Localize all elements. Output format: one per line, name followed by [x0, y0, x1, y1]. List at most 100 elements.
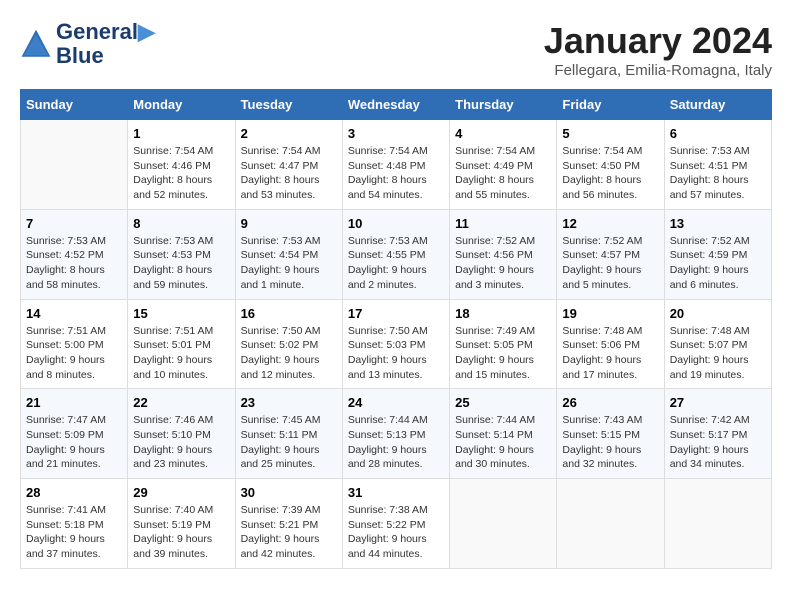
day-info: Sunrise: 7:53 AM Sunset: 4:52 PM Dayligh…	[26, 234, 122, 293]
calendar-cell: 9 Sunrise: 7:53 AM Sunset: 4:54 PM Daylig…	[235, 209, 342, 299]
calendar-header-row: SundayMondayTuesdayWednesdayThursdayFrid…	[21, 90, 772, 120]
day-info: Sunrise: 7:47 AM Sunset: 5:09 PM Dayligh…	[26, 413, 122, 472]
day-info: Sunrise: 7:48 AM Sunset: 5:06 PM Dayligh…	[562, 324, 658, 383]
calendar-cell: 8 Sunrise: 7:53 AM Sunset: 4:53 PM Daylig…	[128, 209, 235, 299]
calendar-week-5: 28Sunrise: 7:41 AM Sunset: 5:18 PM Dayli…	[21, 479, 772, 569]
day-info: Sunrise: 7:42 AM Sunset: 5:17 PM Dayligh…	[670, 413, 766, 472]
day-number: 9	[241, 216, 337, 231]
calendar-cell	[664, 479, 771, 569]
weekday-header-thursday: Thursday	[450, 90, 557, 120]
day-number: 18	[455, 306, 551, 321]
day-number: 12	[562, 216, 658, 231]
day-number: 24	[348, 395, 444, 410]
day-number: 4	[455, 126, 551, 141]
page-header: General▶ Blue January 2024 Fellegara, Em…	[20, 20, 772, 79]
calendar-cell: 6 Sunrise: 7:53 AM Sunset: 4:51 PM Daylig…	[664, 120, 771, 210]
logo-icon	[20, 28, 52, 60]
day-number: 7	[26, 216, 122, 231]
calendar-cell: 3 Sunrise: 7:54 AM Sunset: 4:48 PM Daylig…	[342, 120, 449, 210]
day-number: 16	[241, 306, 337, 321]
day-number: 1	[133, 126, 229, 141]
day-info: Sunrise: 7:54 AM Sunset: 4:46 PM Dayligh…	[133, 144, 229, 203]
day-info: Sunrise: 7:54 AM Sunset: 4:48 PM Dayligh…	[348, 144, 444, 203]
calendar-cell: 18 Sunrise: 7:49 AM Sunset: 5:05 PM Dayli…	[450, 299, 557, 389]
calendar-cell: 29Sunrise: 7:40 AM Sunset: 5:19 PM Dayli…	[128, 479, 235, 569]
day-info: Sunrise: 7:53 AM Sunset: 4:54 PM Dayligh…	[241, 234, 337, 293]
calendar-cell	[557, 479, 664, 569]
day-info: Sunrise: 7:39 AM Sunset: 5:21 PM Dayligh…	[241, 503, 337, 562]
day-info: Sunrise: 7:44 AM Sunset: 5:14 PM Dayligh…	[455, 413, 551, 472]
calendar-cell: 15Sunrise: 7:51 AM Sunset: 5:01 PM Dayli…	[128, 299, 235, 389]
day-info: Sunrise: 7:54 AM Sunset: 4:49 PM Dayligh…	[455, 144, 551, 203]
calendar-cell: 19Sunrise: 7:48 AM Sunset: 5:06 PM Dayli…	[557, 299, 664, 389]
calendar-cell: 10 Sunrise: 7:53 AM Sunset: 4:55 PM Dayli…	[342, 209, 449, 299]
day-number: 26	[562, 395, 658, 410]
day-info: Sunrise: 7:53 AM Sunset: 4:51 PM Dayligh…	[670, 144, 766, 203]
day-number: 10	[348, 216, 444, 231]
day-number: 8	[133, 216, 229, 231]
location: Fellegara, Emilia-Romagna, Italy	[544, 62, 772, 79]
calendar-table: SundayMondayTuesdayWednesdayThursdayFrid…	[20, 89, 772, 569]
day-info: Sunrise: 7:54 AM Sunset: 4:47 PM Dayligh…	[241, 144, 337, 203]
day-number: 6	[670, 126, 766, 141]
day-number: 23	[241, 395, 337, 410]
calendar-cell: 13 Sunrise: 7:52 AM Sunset: 4:59 PM Dayli…	[664, 209, 771, 299]
calendar-cell	[21, 120, 128, 210]
month-title: January 2024	[544, 20, 772, 62]
day-number: 21	[26, 395, 122, 410]
calendar-cell: 1 Sunrise: 7:54 AM Sunset: 4:46 PM Daylig…	[128, 120, 235, 210]
calendar-cell: 21 Sunrise: 7:47 AM Sunset: 5:09 PM Dayli…	[21, 389, 128, 479]
day-info: Sunrise: 7:48 AM Sunset: 5:07 PM Dayligh…	[670, 324, 766, 383]
day-number: 25	[455, 395, 551, 410]
calendar-cell: 4 Sunrise: 7:54 AM Sunset: 4:49 PM Daylig…	[450, 120, 557, 210]
calendar-cell: 25 Sunrise: 7:44 AM Sunset: 5:14 PM Dayli…	[450, 389, 557, 479]
day-info: Sunrise: 7:51 AM Sunset: 5:00 PM Dayligh…	[26, 324, 122, 383]
calendar-cell: 20 Sunrise: 7:48 AM Sunset: 5:07 PM Dayli…	[664, 299, 771, 389]
logo: General▶ Blue	[20, 20, 155, 68]
calendar-week-2: 7 Sunrise: 7:53 AM Sunset: 4:52 PM Daylig…	[21, 209, 772, 299]
calendar-cell: 27Sunrise: 7:42 AM Sunset: 5:17 PM Dayli…	[664, 389, 771, 479]
day-info: Sunrise: 7:51 AM Sunset: 5:01 PM Dayligh…	[133, 324, 229, 383]
day-number: 28	[26, 485, 122, 500]
day-number: 2	[241, 126, 337, 141]
calendar-week-1: 1 Sunrise: 7:54 AM Sunset: 4:46 PM Daylig…	[21, 120, 772, 210]
calendar-week-4: 21 Sunrise: 7:47 AM Sunset: 5:09 PM Dayli…	[21, 389, 772, 479]
weekday-header-sunday: Sunday	[21, 90, 128, 120]
logo-text: General▶ Blue	[56, 20, 155, 68]
day-info: Sunrise: 7:54 AM Sunset: 4:50 PM Dayligh…	[562, 144, 658, 203]
day-number: 30	[241, 485, 337, 500]
day-number: 31	[348, 485, 444, 500]
day-number: 29	[133, 485, 229, 500]
day-info: Sunrise: 7:53 AM Sunset: 4:53 PM Dayligh…	[133, 234, 229, 293]
day-number: 5	[562, 126, 658, 141]
calendar-cell: 24 Sunrise: 7:44 AM Sunset: 5:13 PM Dayli…	[342, 389, 449, 479]
calendar-cell: 28Sunrise: 7:41 AM Sunset: 5:18 PM Dayli…	[21, 479, 128, 569]
calendar-week-3: 14 Sunrise: 7:51 AM Sunset: 5:00 PM Dayli…	[21, 299, 772, 389]
calendar-cell: 5 Sunrise: 7:54 AM Sunset: 4:50 PM Daylig…	[557, 120, 664, 210]
weekday-header-wednesday: Wednesday	[342, 90, 449, 120]
title-block: January 2024 Fellegara, Emilia-Romagna, …	[544, 20, 772, 79]
day-number: 3	[348, 126, 444, 141]
day-info: Sunrise: 7:52 AM Sunset: 4:59 PM Dayligh…	[670, 234, 766, 293]
day-info: Sunrise: 7:52 AM Sunset: 4:57 PM Dayligh…	[562, 234, 658, 293]
calendar-cell: 14 Sunrise: 7:51 AM Sunset: 5:00 PM Dayli…	[21, 299, 128, 389]
day-number: 20	[670, 306, 766, 321]
calendar-cell: 16 Sunrise: 7:50 AM Sunset: 5:02 PM Dayli…	[235, 299, 342, 389]
day-number: 11	[455, 216, 551, 231]
calendar-cell	[450, 479, 557, 569]
day-info: Sunrise: 7:50 AM Sunset: 5:03 PM Dayligh…	[348, 324, 444, 383]
day-number: 14	[26, 306, 122, 321]
day-info: Sunrise: 7:43 AM Sunset: 5:15 PM Dayligh…	[562, 413, 658, 472]
calendar-cell: 23 Sunrise: 7:45 AM Sunset: 5:11 PM Dayli…	[235, 389, 342, 479]
day-info: Sunrise: 7:49 AM Sunset: 5:05 PM Dayligh…	[455, 324, 551, 383]
calendar-cell: 31Sunrise: 7:38 AM Sunset: 5:22 PM Dayli…	[342, 479, 449, 569]
day-number: 22	[133, 395, 229, 410]
day-info: Sunrise: 7:45 AM Sunset: 5:11 PM Dayligh…	[241, 413, 337, 472]
day-info: Sunrise: 7:52 AM Sunset: 4:56 PM Dayligh…	[455, 234, 551, 293]
day-info: Sunrise: 7:53 AM Sunset: 4:55 PM Dayligh…	[348, 234, 444, 293]
day-info: Sunrise: 7:50 AM Sunset: 5:02 PM Dayligh…	[241, 324, 337, 383]
weekday-header-friday: Friday	[557, 90, 664, 120]
day-number: 13	[670, 216, 766, 231]
calendar-cell: 12 Sunrise: 7:52 AM Sunset: 4:57 PM Dayli…	[557, 209, 664, 299]
day-info: Sunrise: 7:44 AM Sunset: 5:13 PM Dayligh…	[348, 413, 444, 472]
